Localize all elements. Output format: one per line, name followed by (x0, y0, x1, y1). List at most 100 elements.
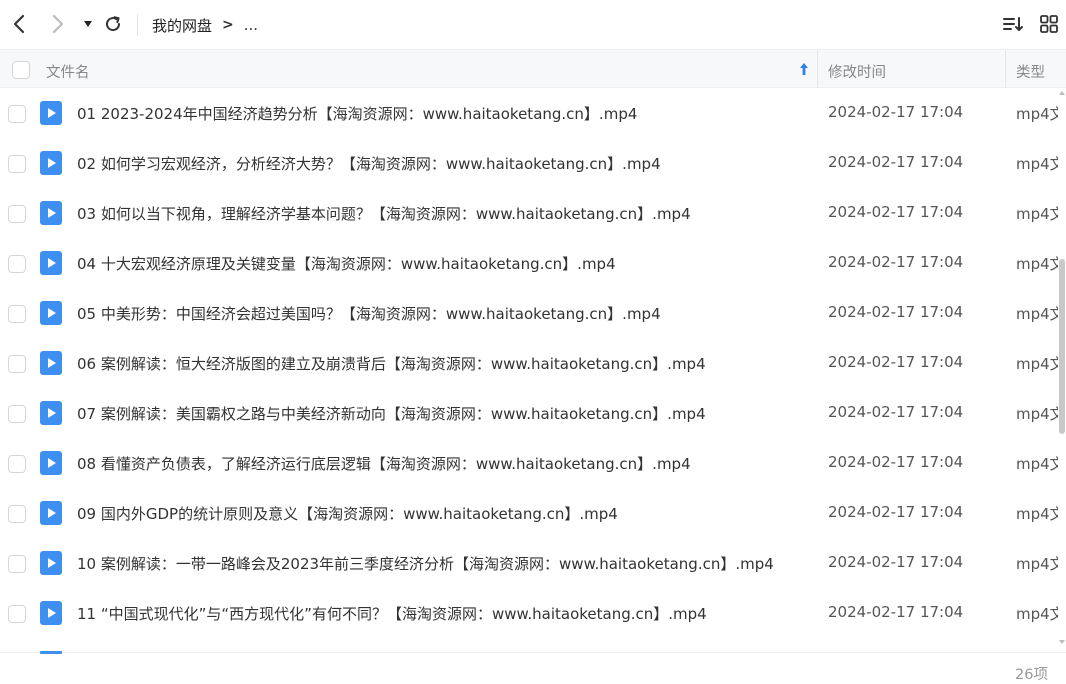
back-button[interactable] (5, 10, 33, 38)
chevron-right-icon (52, 14, 64, 34)
file-name: 04 十大宏观经济原理及关键变量【海淘资源网：www.haitaoketang.… (77, 255, 616, 273)
file-type: mp4文件 (1016, 255, 1058, 273)
video-file-icon (40, 351, 62, 375)
file-type: mp4文件 (1016, 355, 1058, 373)
row-checkbox[interactable] (8, 505, 26, 523)
row-checkbox[interactable] (8, 355, 26, 373)
forward-button[interactable] (44, 10, 72, 38)
column-divider[interactable] (817, 50, 818, 88)
select-all-checkbox[interactable] (12, 61, 30, 79)
file-type: mp4文件 (1016, 555, 1058, 573)
refresh-button[interactable] (99, 10, 127, 38)
toolbar: 我的网盘 > ... (0, 0, 1066, 49)
breadcrumb: 我的网盘 > ... (152, 14, 258, 36)
file-name: 10 案例解读：一带一路峰会及2023年前三季度经济分析【海淘资源网：www.h… (77, 555, 774, 573)
file-name: 05 中美形势：中国经济会超过美国吗？【海淘资源网：www.haitaoketa… (77, 305, 661, 323)
file-name: 06 案例解读：恒大经济版图的建立及崩溃背后【海淘资源网：www.haitaok… (77, 355, 706, 373)
video-file-icon (40, 301, 62, 325)
video-file-icon (40, 601, 62, 625)
file-type: mp4文件 (1016, 205, 1058, 223)
video-file-icon (40, 501, 62, 525)
file-row[interactable]: 05 中美形势：中国经济会超过美国吗？【海淘资源网：www.haitaoketa… (0, 289, 1058, 339)
row-checkbox[interactable] (8, 405, 26, 423)
file-type: mp4文件 (1016, 605, 1058, 623)
video-file-icon (40, 551, 62, 575)
row-checkbox[interactable] (8, 105, 26, 123)
breadcrumb-root[interactable]: 我的网盘 (152, 15, 212, 36)
file-row[interactable]: 10 案例解读：一带一路峰会及2023年前三季度经济分析【海淘资源网：www.h… (0, 539, 1058, 589)
file-row[interactable]: 01 2023-2024年中国经济趋势分析【海淘资源网：www.haitaoke… (0, 89, 1058, 139)
file-name: 09 国内外GDP的统计原则及意义【海淘资源网：www.haitaoketang… (77, 505, 618, 523)
file-name: 08 看懂资产负债表，了解经济运行底层逻辑【海淘资源网：www.haitaoke… (77, 455, 691, 473)
scroll-down-arrow-icon[interactable] (1059, 640, 1065, 644)
history-dropdown-button[interactable] (74, 10, 102, 38)
file-time: 2024-02-17 17:04 (828, 303, 964, 321)
caret-down-icon (84, 21, 92, 27)
file-type: mp4文件 (1016, 105, 1058, 123)
column-divider[interactable] (1005, 50, 1006, 88)
file-time: 2024-02-17 17:04 (828, 453, 964, 471)
file-row[interactable]: 08 看懂资产负债表，了解经济运行底层逻辑【海淘资源网：www.haitaoke… (0, 439, 1058, 489)
column-type-header[interactable]: 类型 (1016, 61, 1045, 82)
file-time: 2024-02-17 17:04 (828, 103, 964, 121)
file-row[interactable]: 06 案例解读：恒大经济版图的建立及崩溃背后【海淘资源网：www.haitaok… (0, 339, 1058, 389)
file-time: 2024-02-17 17:04 (828, 353, 964, 371)
file-row[interactable]: 03 如何以当下视角，理解经济学基本问题？【海淘资源网：www.haitaoke… (0, 189, 1058, 239)
refresh-icon (106, 16, 121, 32)
breadcrumb-separator: > (222, 17, 234, 33)
row-checkbox[interactable] (8, 205, 26, 223)
sort-button[interactable] (999, 10, 1027, 38)
row-checkbox[interactable] (8, 155, 26, 173)
scroll-up-arrow-icon[interactable] (1059, 91, 1065, 95)
video-file-icon (40, 251, 62, 275)
file-name: 01 2023-2024年中国经济趋势分析【海淘资源网：www.haitaoke… (77, 105, 638, 123)
breadcrumb-more[interactable]: ... (244, 16, 258, 34)
grid-view-button[interactable] (1035, 10, 1063, 38)
row-checkbox[interactable] (8, 255, 26, 273)
file-time: 2024-02-17 17:04 (828, 503, 964, 521)
file-type: mp4文件 (1016, 505, 1058, 523)
chevron-left-icon (13, 14, 25, 34)
row-checkbox[interactable] (8, 555, 26, 573)
row-checkbox[interactable] (8, 305, 26, 323)
column-time-header[interactable]: 修改时间 (828, 61, 886, 82)
file-time: 2024-02-17 17:04 (828, 603, 964, 621)
file-row[interactable]: 04 十大宏观经济原理及关键变量【海淘资源网：www.haitaoketang.… (0, 239, 1058, 289)
file-time: 2024-02-17 17:04 (828, 403, 964, 421)
video-file-icon (40, 201, 62, 225)
column-name-header[interactable]: 文件名 (46, 61, 90, 82)
file-row[interactable]: 11 “中国式现代化”与“西方现代化”有何不同？【海淘资源网：www.haita… (0, 589, 1058, 639)
status-bar: 26项 (0, 651, 1066, 684)
file-name: 07 案例解读：美国霸权之路与中美经济新动向【海淘资源网：www.haitaok… (77, 405, 706, 423)
file-type: mp4文件 (1016, 305, 1058, 323)
grid-view-icon (1040, 15, 1058, 33)
file-type: mp4文件 (1016, 155, 1058, 173)
file-type: mp4文件 (1016, 455, 1058, 473)
row-checkbox[interactable] (8, 605, 26, 623)
file-list: 01 2023-2024年中国经济趋势分析【海淘资源网：www.haitaoke… (0, 89, 1058, 652)
sort-list-icon (1003, 17, 1023, 31)
scroll-thumb[interactable] (1059, 259, 1065, 434)
arrow-up-icon (800, 63, 808, 75)
row-checkbox[interactable] (8, 455, 26, 473)
video-file-icon (40, 151, 62, 175)
file-name: 11 “中国式现代化”与“西方现代化”有何不同？【海淘资源网：www.haita… (77, 605, 707, 623)
file-time: 2024-02-17 17:04 (828, 153, 964, 171)
partial-file-icon (40, 651, 62, 654)
file-name: 02 如何学习宏观经济，分析经济大势？【海淘资源网：www.haitaoketa… (77, 155, 661, 173)
file-type: mp4文件 (1016, 405, 1058, 423)
sort-asc-button[interactable] (796, 61, 812, 77)
toolbar-divider (137, 14, 138, 36)
video-file-icon (40, 451, 62, 475)
file-name: 03 如何以当下视角，理解经济学基本问题？【海淘资源网：www.haitaoke… (77, 205, 691, 223)
vertical-scrollbar[interactable] (1058, 89, 1066, 652)
item-count: 26项 (1015, 667, 1048, 683)
file-row[interactable]: 02 如何学习宏观经济，分析经济大势？【海淘资源网：www.haitaoketa… (0, 139, 1058, 189)
file-row[interactable]: 09 国内外GDP的统计原则及意义【海淘资源网：www.haitaoketang… (0, 489, 1058, 539)
file-row[interactable]: 07 案例解读：美国霸权之路与中美经济新动向【海淘资源网：www.haitaok… (0, 389, 1058, 439)
column-header: 文件名 修改时间 类型 (0, 49, 1066, 88)
file-time: 2024-02-17 17:04 (828, 203, 964, 221)
video-file-icon (40, 401, 62, 425)
video-file-icon (40, 101, 62, 125)
file-time: 2024-02-17 17:04 (828, 553, 964, 571)
